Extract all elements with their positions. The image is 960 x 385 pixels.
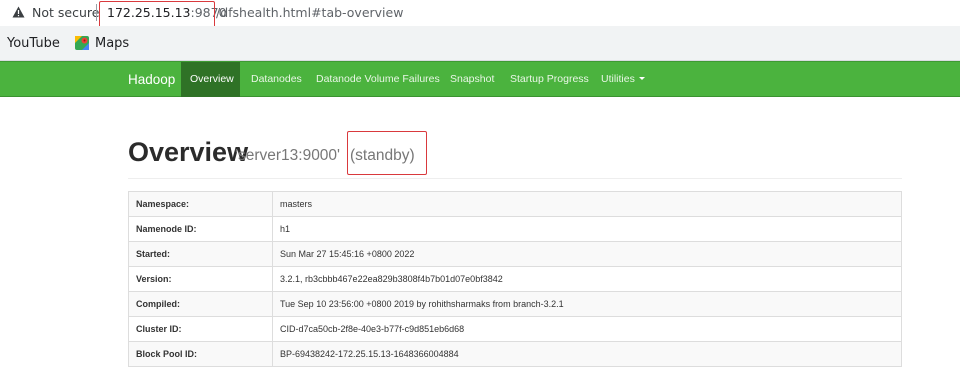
nav-item-snapshot[interactable]: Snapshot [450, 73, 494, 85]
address-separator [96, 4, 97, 21]
nav-item-label: Utilities [601, 73, 635, 85]
row-key: Started: [128, 241, 273, 267]
url-path[interactable]: /dfshealth.html#tab-overview [216, 5, 403, 20]
row-value: BP-69438242-172.25.15.13-1648366004884 [272, 341, 902, 367]
table-row: Compiled: Tue Sep 10 23:56:00 +0800 2019 … [128, 291, 902, 317]
table-row: Started: Sun Mar 27 15:45:16 +0800 2022 [128, 241, 902, 267]
table-row: Namenode ID: h1 [128, 216, 902, 242]
server-address: 'server13:9000' [235, 147, 341, 164]
nav-item-utilities[interactable]: Utilities [601, 73, 645, 85]
title-divider [128, 178, 902, 179]
nav-item-datanode-volume-failures[interactable]: Datanode Volume Failures [316, 73, 440, 85]
table-row: Cluster ID: CID-d7ca50cb-2f8e-40e3-b77f-c… [128, 316, 902, 342]
bookmark-youtube[interactable]: YouTube [7, 36, 60, 51]
table-row: Block Pool ID: BP-69438242-172.25.15.13-1… [128, 341, 902, 367]
row-value: h1 [272, 216, 902, 242]
row-key: Block Pool ID: [128, 341, 273, 367]
nav-item-overview[interactable]: Overview [181, 62, 240, 97]
row-key: Namespace: [128, 191, 273, 217]
warning-triangle-icon [12, 6, 25, 18]
highlight-box-url-host [99, 1, 215, 29]
hadoop-navbar: Hadoop Overview Datanodes Datanode Volum… [0, 61, 960, 97]
brand-link[interactable]: Hadoop [128, 72, 175, 87]
nav-item-datanodes[interactable]: Datanodes [251, 73, 302, 85]
table-row: Namespace: masters [128, 191, 902, 217]
row-value: masters [272, 191, 902, 217]
row-value: Sun Mar 27 15:45:16 +0800 2022 [272, 241, 902, 267]
page-title: Overview [128, 137, 249, 167]
security-label[interactable]: Not secure [32, 5, 99, 20]
row-value: 3.2.1, rb3cbbb467e22ea829b3808f4b7b01d07… [272, 266, 902, 292]
row-value: Tue Sep 10 23:56:00 +0800 2019 by rohith… [272, 291, 902, 317]
caret-down-icon [638, 77, 645, 80]
nav-item-startup-progress[interactable]: Startup Progress [510, 73, 589, 85]
table-row: Version: 3.2.1, rb3cbbb467e22ea829b3808f4… [128, 266, 902, 292]
overview-table: Namespace: masters Namenode ID: h1 Started… [128, 191, 902, 367]
highlight-box-state [347, 131, 427, 175]
row-key: Cluster ID: [128, 316, 273, 342]
bookmarks-bar: YouTube Maps [0, 26, 960, 61]
maps-icon [75, 36, 89, 50]
row-key: Version: [128, 266, 273, 292]
row-key: Compiled: [128, 291, 273, 317]
nav-item-label: Overview [190, 73, 234, 85]
row-key: Namenode ID: [128, 216, 273, 242]
row-value: CID-d7ca50cb-2f8e-40e3-b77f-c9d851eb6d68 [272, 316, 902, 342]
bookmark-maps[interactable]: Maps [95, 36, 129, 51]
